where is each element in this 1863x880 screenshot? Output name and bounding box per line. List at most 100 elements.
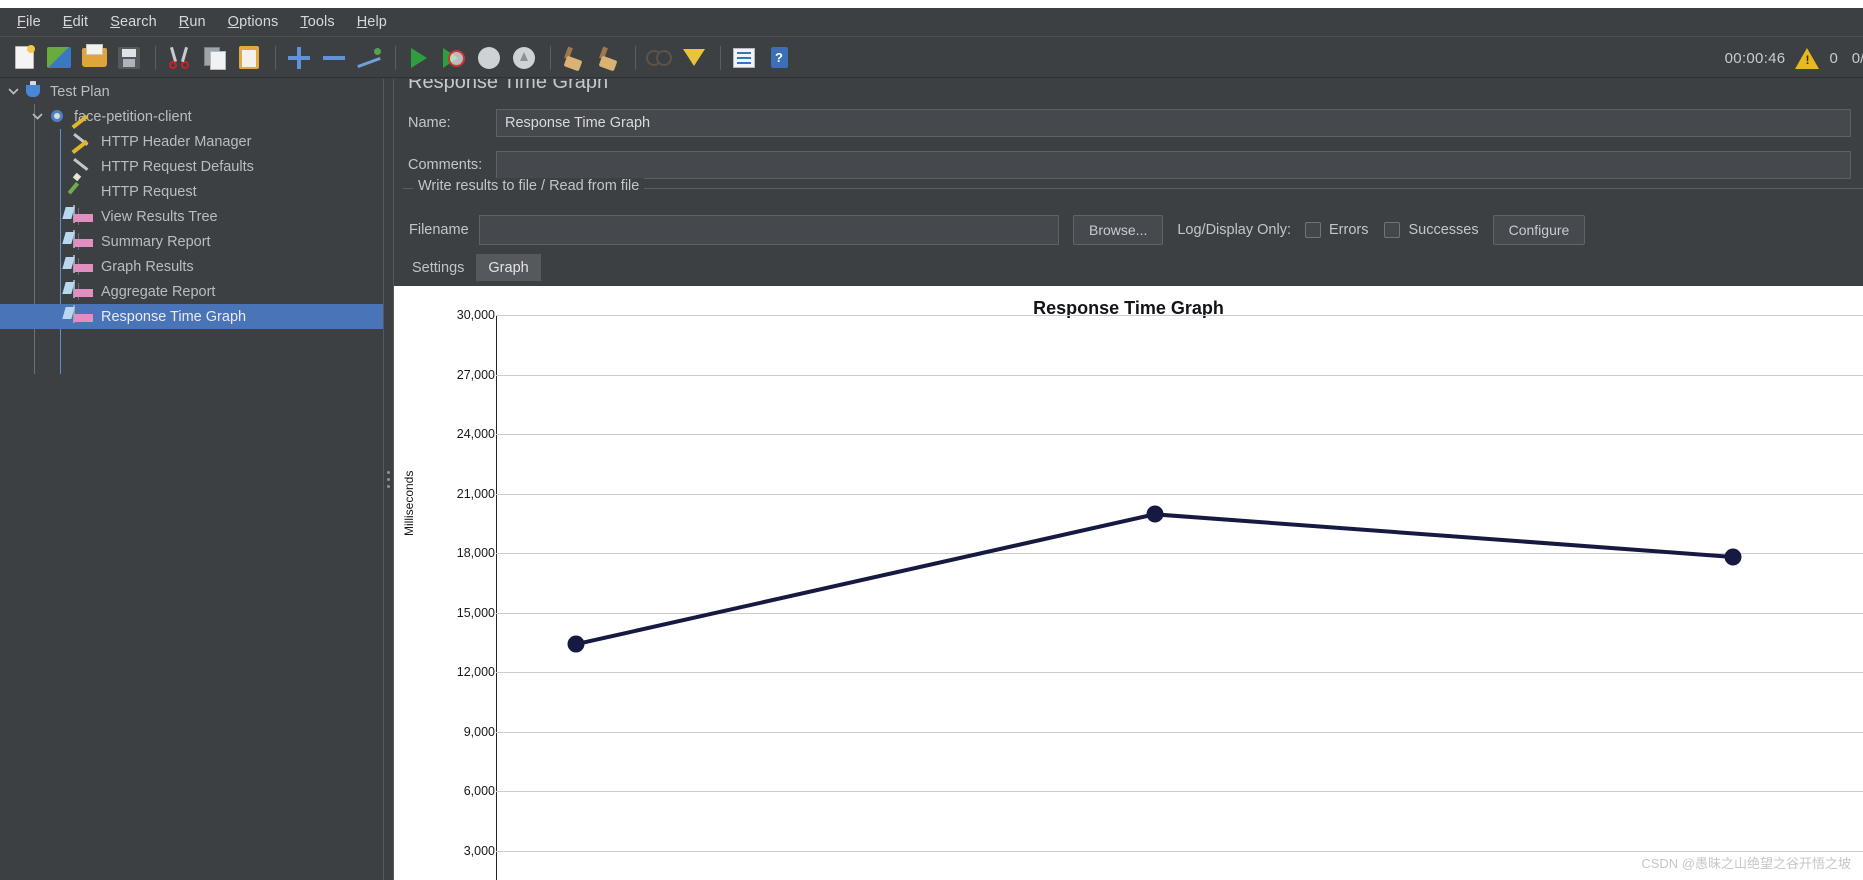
tree-item-test-plan[interactable]: Test Plan xyxy=(0,79,383,104)
menu-help[interactable]: Help xyxy=(346,11,398,33)
listener-icon xyxy=(73,229,95,253)
tree-item-face-petition-client[interactable]: face-petition-client xyxy=(0,104,383,129)
save-icon[interactable] xyxy=(113,43,145,73)
log-display-only-label: Log/Display Only: xyxy=(1177,222,1291,238)
chart-y-tick: 24,000 xyxy=(456,427,495,441)
menu-file[interactable]: File xyxy=(6,11,52,33)
watermark-text: CSDN @愚昧之山绝望之谷开悟之坡 xyxy=(1641,856,1851,871)
thread-group-icon xyxy=(46,106,68,128)
listener-panel: Response Time Graph Name: Response Time … xyxy=(394,79,1863,880)
toggle-icon[interactable] xyxy=(353,43,385,73)
elapsed-time: 00:00:46 xyxy=(1724,49,1786,67)
search-icon[interactable] xyxy=(643,43,675,73)
chart-data-point[interactable] xyxy=(1146,505,1163,523)
open-icon[interactable] xyxy=(78,43,110,73)
write-results-fieldset: Write results to file / Read from file F… xyxy=(403,178,1863,268)
start-no-pauses-icon[interactable] xyxy=(438,43,470,73)
clear-all-icon[interactable] xyxy=(593,43,625,73)
start-icon[interactable] xyxy=(403,43,435,73)
configure-button[interactable]: Configure xyxy=(1492,215,1586,245)
copy-icon[interactable] xyxy=(198,43,230,73)
tree-item-summary-report[interactable]: Summary Report xyxy=(0,229,383,254)
chart-y-tick: 9,000 xyxy=(463,724,495,739)
errors-checkbox[interactable] xyxy=(1305,222,1321,238)
chart-data-point[interactable] xyxy=(1724,548,1742,566)
sampler-icon xyxy=(73,181,95,203)
filename-input[interactable] xyxy=(479,215,1059,245)
shutdown-icon[interactable] xyxy=(508,43,540,73)
comments-input[interactable] xyxy=(496,151,1851,179)
search-reset-icon[interactable] xyxy=(678,43,710,73)
tree-item-label: HTTP Header Manager xyxy=(101,133,252,150)
stop-icon[interactable] xyxy=(473,43,505,73)
tree-item-label: HTTP Request Defaults xyxy=(101,158,254,175)
tree-item-aggregate-report[interactable]: Aggregate Report xyxy=(0,279,383,304)
tree-item-http-request-defaults[interactable]: HTTP Request Defaults xyxy=(0,154,383,179)
chevron-down-icon[interactable] xyxy=(28,104,46,129)
toolbar-separator xyxy=(550,45,551,70)
tree-item-label: Response Time Graph xyxy=(101,308,247,325)
jmeter-window: File Edit Search Run Options Tools Help xyxy=(0,0,1863,880)
function-helper-icon[interactable] xyxy=(728,43,760,73)
menu-run[interactable]: Run xyxy=(168,11,217,33)
page-title: Response Time Graph xyxy=(408,79,609,93)
menu-search[interactable]: Search xyxy=(99,11,168,33)
filename-label: Filename xyxy=(409,222,469,238)
menu-tools[interactable]: Tools xyxy=(289,11,345,33)
help-icon[interactable]: ? xyxy=(763,43,795,73)
successes-checkbox[interactable] xyxy=(1384,222,1401,238)
tree-item-response-time-graph[interactable]: Response Time Graph xyxy=(0,304,383,329)
chart-y-tick: 6,000 xyxy=(463,784,495,798)
tree-item-label: face-petition-client xyxy=(74,108,192,125)
response-time-chart: Response Time Graph Milliseconds 30,000 2… xyxy=(394,286,1863,880)
toolbar-separator xyxy=(720,45,721,70)
listener-icon xyxy=(73,254,95,278)
toolbar-separator xyxy=(635,45,636,70)
errors-checkbox-wrap[interactable]: Errors xyxy=(1305,222,1368,238)
comments-label: Comments: xyxy=(408,157,483,173)
tree-item-http-request[interactable]: HTTP Request xyxy=(0,179,383,204)
clear-icon[interactable] xyxy=(558,43,590,73)
menu-edit[interactable]: Edit xyxy=(52,11,99,33)
thread-count: 0/50 xyxy=(1851,49,1863,67)
new-icon[interactable] xyxy=(8,43,40,73)
chart-y-tick: 27,000 xyxy=(456,367,495,382)
cut-icon[interactable] xyxy=(163,43,195,73)
collapse-all-icon[interactable] xyxy=(318,43,350,73)
toolbar-separator xyxy=(395,45,396,70)
tree-item-graph-results[interactable]: Graph Results xyxy=(0,254,383,279)
name-row: Name: Response Time Graph xyxy=(408,109,1863,137)
test-plan-icon xyxy=(22,81,44,103)
tree-item-label: Summary Report xyxy=(101,233,211,250)
expand-all-icon[interactable] xyxy=(283,43,315,73)
tree-item-label: HTTP Request xyxy=(101,183,197,200)
warning-icon[interactable] xyxy=(1795,47,1820,69)
tree-item-http-header-manager[interactable]: HTTP Header Manager xyxy=(0,129,383,154)
fieldset-legend: Write results to file / Read from file xyxy=(413,178,645,194)
chart-data-point[interactable] xyxy=(567,635,585,653)
successes-checkbox-wrap[interactable]: Successes xyxy=(1384,222,1479,238)
chevron-down-icon[interactable] xyxy=(4,79,22,104)
templates-icon[interactable] xyxy=(43,43,75,73)
listener-icon xyxy=(73,204,95,228)
panel-splitter[interactable] xyxy=(383,79,394,880)
tab-settings[interactable]: Settings xyxy=(400,254,476,281)
splitter-grip-icon xyxy=(387,471,390,488)
chart-y-tick: 15,000 xyxy=(456,605,495,620)
browse-button[interactable]: Browse... xyxy=(1073,215,1164,245)
tab-graph[interactable]: Graph xyxy=(476,254,541,281)
menu-options[interactable]: Options xyxy=(217,11,290,33)
tree-item-label: Aggregate Report xyxy=(101,283,216,300)
name-label: Name: xyxy=(408,115,451,131)
paste-icon[interactable] xyxy=(233,43,265,73)
comments-row: Comments: xyxy=(408,151,1863,179)
name-input[interactable]: Response Time Graph xyxy=(496,109,1851,137)
chart-y-tick: 30,000 xyxy=(456,308,495,322)
warning-count: 0 xyxy=(1829,49,1838,67)
test-plan-tree[interactable]: Test Plan face-petition-client HTTP Head… xyxy=(0,79,383,880)
window-title-strip xyxy=(0,0,1863,8)
chart-y-tick: 18,000 xyxy=(456,546,495,560)
tree-item-view-results-tree[interactable]: View Results Tree xyxy=(0,204,383,229)
chart-y-tick: 21,000 xyxy=(456,486,495,501)
successes-label: Successes xyxy=(1408,222,1479,238)
